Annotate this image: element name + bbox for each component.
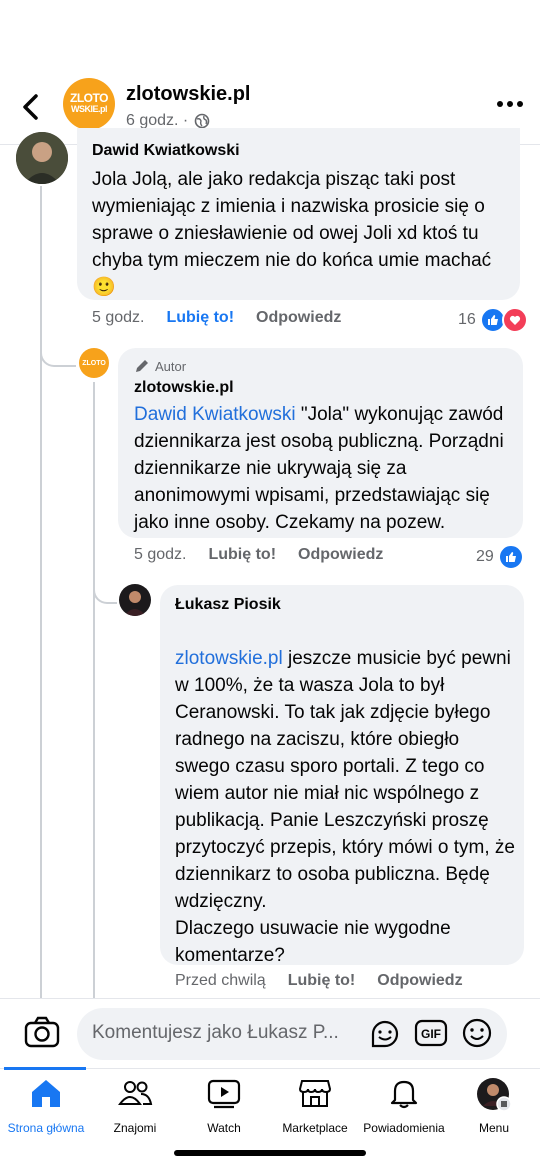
reply-button[interactable]: Odpowiedz <box>377 972 462 990</box>
comment-text: zlotowskie.pl jeszcze musicie być pewni … <box>175 648 515 966</box>
comment-text: Dawid Kwiatkowski "Jola" wykonując zawód… <box>134 404 504 533</box>
comment-input-placeholder[interactable]: Komentujesz jako Łukasz P... <box>92 1022 367 1044</box>
mention-link[interactable]: Dawid Kwiatkowski <box>134 404 296 425</box>
globe-icon <box>194 113 210 129</box>
thread-connector <box>40 335 76 367</box>
tab-watch[interactable]: Watch <box>178 1076 270 1135</box>
comment-actions: 5 godz. Lubię to! Odpowiedz <box>92 309 341 327</box>
tab-notifications[interactable]: Powiadomienia <box>358 1076 450 1135</box>
marketplace-icon <box>298 1080 332 1107</box>
like-reaction-icon <box>497 544 524 570</box>
comment-text: Jola Jolą, ale jako redakcja pisząc taki… <box>92 169 492 298</box>
tab-home[interactable]: Strona główna <box>0 1076 92 1135</box>
comment-time: Przed chwilą <box>175 972 266 989</box>
back-arrow-icon[interactable] <box>14 90 48 124</box>
tab-friends[interactable]: Znajomi <box>89 1076 181 1135</box>
thread-line <box>40 186 42 998</box>
mention-link[interactable]: zlotowskie.pl <box>175 648 283 669</box>
love-reaction-icon <box>501 307 528 333</box>
like-button[interactable]: Lubię to! <box>208 546 276 564</box>
tab-marketplace[interactable]: Marketplace <box>269 1076 361 1135</box>
profile-avatar-icon <box>477 1078 512 1112</box>
comment-author[interactable]: Dawid Kwiatkowski <box>92 142 240 160</box>
more-options-icon[interactable] <box>496 96 524 112</box>
active-tab-indicator <box>4 1067 86 1070</box>
camera-icon[interactable] <box>24 1016 60 1048</box>
gif-icon[interactable]: GIF <box>414 1019 448 1047</box>
reaction-summary[interactable]: 29 <box>476 544 524 570</box>
page-logo[interactable]: ZLOTO WSKIE.pl <box>63 78 115 130</box>
reaction-count: 29 <box>476 548 494 565</box>
like-button[interactable]: Lubię to! <box>166 309 234 327</box>
comment-time: 5 godz. <box>92 309 145 326</box>
home-indicator <box>174 1150 366 1156</box>
watch-icon <box>207 1079 241 1109</box>
friends-icon <box>118 1081 153 1105</box>
page-name[interactable]: zlotowskie.pl <box>126 83 250 106</box>
sticker-icon[interactable] <box>369 1018 401 1050</box>
comment-author[interactable]: Łukasz Piosik <box>175 596 281 614</box>
pencil-icon <box>136 360 148 372</box>
bell-icon <box>390 1080 418 1109</box>
comment-actions: Przed chwilą Lubię to! Odpowiedz <box>175 972 463 990</box>
home-icon <box>32 1080 60 1107</box>
comment-author[interactable]: zlotowskie.pl <box>134 379 234 397</box>
thread-line <box>93 382 95 998</box>
reply-button[interactable]: Odpowiedz <box>298 546 383 564</box>
comment-time: 5 godz. <box>134 546 187 563</box>
author-badge: Autor <box>134 358 186 374</box>
reaction-summary[interactable]: 16 <box>458 307 528 333</box>
comment-actions: 5 godz. Lubię to! Odpowiedz <box>134 546 383 564</box>
emoji-icon[interactable] <box>461 1017 493 1049</box>
composer-divider <box>0 998 540 999</box>
reply-button[interactable]: Odpowiedz <box>256 309 341 327</box>
reaction-count: 16 <box>458 311 476 328</box>
page-avatar[interactable]: ZLOTO <box>79 348 109 378</box>
avatar[interactable] <box>16 132 68 184</box>
thread-connector <box>93 572 117 604</box>
like-button[interactable]: Lubię to! <box>288 972 356 990</box>
avatar[interactable] <box>119 584 151 616</box>
tab-menu[interactable]: Menu <box>448 1076 540 1135</box>
svg-text:GIF: GIF <box>421 1027 441 1041</box>
